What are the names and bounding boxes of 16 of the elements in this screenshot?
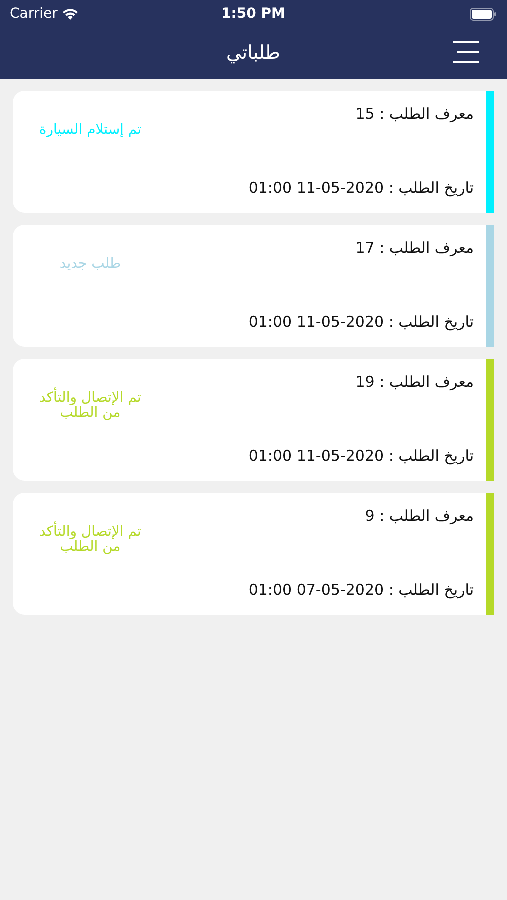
order-id: معرف الطلب : 15 [354,104,474,125]
order-status: تم إستلام السيارة [39,123,142,138]
order-date: تاريخ الطلب : 2020-05-07 01:00 [248,580,474,601]
order-date: تاريخ الطلب : 2020-05-11 01:00 [248,178,474,199]
order-status: طلب جديد [60,257,122,272]
order-date: تاريخ الطلب : 2020-05-11 01:00 [248,312,474,333]
menu-button[interactable] [451,40,481,64]
order-id: معرف الطلب : 17 [354,238,474,259]
order-date: تاريخ الطلب : 2020-05-11 01:00 [248,446,474,467]
clock-time: 1:50 PM [222,6,286,22]
battery-icon [470,8,497,20]
page-title: طلباتي [226,41,281,66]
order-id: معرف الطلب : 19 [354,372,474,393]
wifi-icon [62,8,79,20]
order-id: معرف الطلب : 9 [364,506,474,527]
carrier-label: Carrier [10,4,58,24]
